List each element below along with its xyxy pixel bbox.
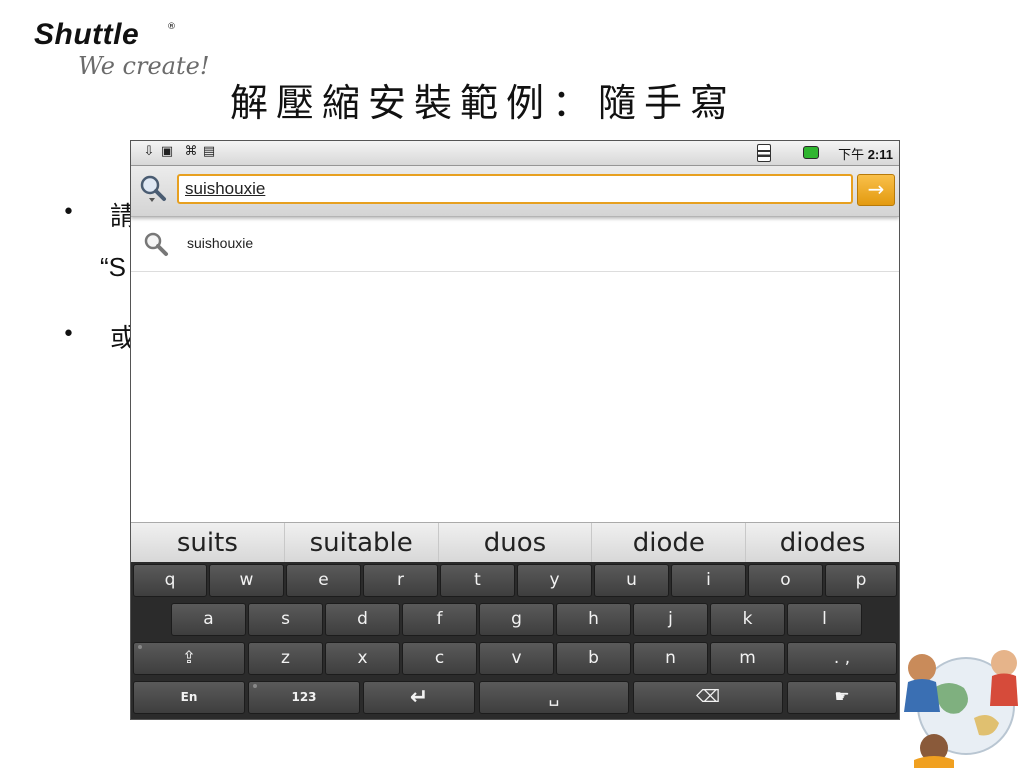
search-input[interactable]: suishouxie: [177, 174, 853, 204]
usb-icon: ⌘: [184, 144, 198, 159]
key-hint-dot: [253, 684, 257, 688]
search-icon: [144, 232, 168, 256]
candidate-word[interactable]: duos: [439, 523, 593, 563]
logo-brand: Shuttle: [34, 18, 140, 51]
battery-icon: [803, 146, 819, 159]
key-language[interactable]: En: [133, 681, 245, 714]
backspace-icon: ⌫: [695, 687, 721, 707]
key-v[interactable]: v: [479, 642, 554, 675]
candidate-word[interactable]: suits: [131, 523, 285, 563]
shuttle-logo: Shuttle ® We create!: [34, 18, 234, 88]
key-k[interactable]: k: [710, 603, 785, 636]
key-n[interactable]: n: [633, 642, 708, 675]
key-space[interactable]: ␣: [479, 681, 629, 714]
key-l[interactable]: l: [787, 603, 862, 636]
key-a[interactable]: a: [171, 603, 246, 636]
download-icon: ⇩: [143, 144, 155, 159]
android-screen: ⇩ ▣ ⌘ ▤ 下午 2:11 suishouxie → suishouxie …: [130, 140, 900, 720]
key-z[interactable]: z: [248, 642, 323, 675]
suggestion-text: suishouxie: [187, 235, 254, 251]
key-g[interactable]: g: [479, 603, 554, 636]
key-q[interactable]: q: [133, 564, 207, 597]
shift-icon: ⇪: [181, 648, 197, 668]
key-r[interactable]: r: [363, 564, 438, 597]
key-j[interactable]: j: [633, 603, 708, 636]
key-shift[interactable]: ⇪: [133, 642, 245, 675]
key-h[interactable]: h: [556, 603, 631, 636]
key-b[interactable]: b: [556, 642, 631, 675]
suggestion-item[interactable]: suishouxie: [131, 217, 899, 272]
key-x[interactable]: x: [325, 642, 400, 675]
status-bar: ⇩ ▣ ⌘ ▤ 下午 2:11: [131, 141, 899, 166]
candidate-bar: suits suitable duos diode diodes: [131, 522, 899, 563]
space-icon: ␣: [548, 687, 560, 707]
key-o[interactable]: o: [748, 564, 823, 597]
search-bar: suishouxie →: [131, 166, 899, 217]
key-u[interactable]: u: [594, 564, 669, 597]
bullet-1-continuation: “S: [100, 252, 126, 282]
logo-slogan: We create!: [78, 52, 210, 80]
search-icon[interactable]: [139, 174, 167, 202]
key-p[interactable]: p: [825, 564, 897, 597]
key-s[interactable]: s: [248, 603, 323, 636]
signal-icon: [757, 144, 771, 162]
search-go-button[interactable]: →: [857, 174, 895, 206]
key-hint-dot: [138, 645, 142, 649]
key-punctuation[interactable]: . ,: [787, 642, 897, 675]
enter-icon: ↵: [409, 685, 429, 710]
hand-pointer-icon: ☛: [834, 687, 850, 707]
key-enter[interactable]: ↵: [363, 681, 475, 714]
key-i[interactable]: i: [671, 564, 746, 597]
logo-registered-mark: ®: [167, 22, 176, 32]
key-c[interactable]: c: [402, 642, 477, 675]
key-m[interactable]: m: [710, 642, 785, 675]
slide-title: 解壓縮安裝範例：隨手寫: [230, 81, 737, 125]
key-y[interactable]: y: [517, 564, 592, 597]
key-symbols-label: 123: [291, 690, 317, 704]
key-w[interactable]: w: [209, 564, 284, 597]
android-debug-icon: ▤: [202, 144, 216, 159]
status-time: 下午 2:11: [838, 144, 893, 163]
soft-keyboard: q w e r t y u i o p a s d f g h j k l ⇪ …: [131, 562, 899, 719]
key-e[interactable]: e: [286, 564, 361, 597]
time-value: 2:11: [867, 147, 893, 162]
time-prefix: 下午: [838, 147, 868, 162]
bullet-marker: •: [62, 200, 75, 225]
key-f[interactable]: f: [402, 603, 477, 636]
candidate-word[interactable]: diodes: [746, 523, 899, 563]
key-d[interactable]: d: [325, 603, 400, 636]
key-t[interactable]: t: [440, 564, 515, 597]
notification-icon: ▣: [160, 144, 174, 159]
bullet-marker: •: [62, 322, 75, 347]
key-symbols[interactable]: 123: [248, 681, 360, 714]
candidate-word[interactable]: suitable: [285, 523, 439, 563]
candidate-word[interactable]: diode: [592, 523, 747, 563]
globe-decoration-image: [904, 650, 1018, 768]
key-handwriting[interactable]: ☛: [787, 681, 897, 714]
key-backspace[interactable]: ⌫: [633, 681, 783, 714]
